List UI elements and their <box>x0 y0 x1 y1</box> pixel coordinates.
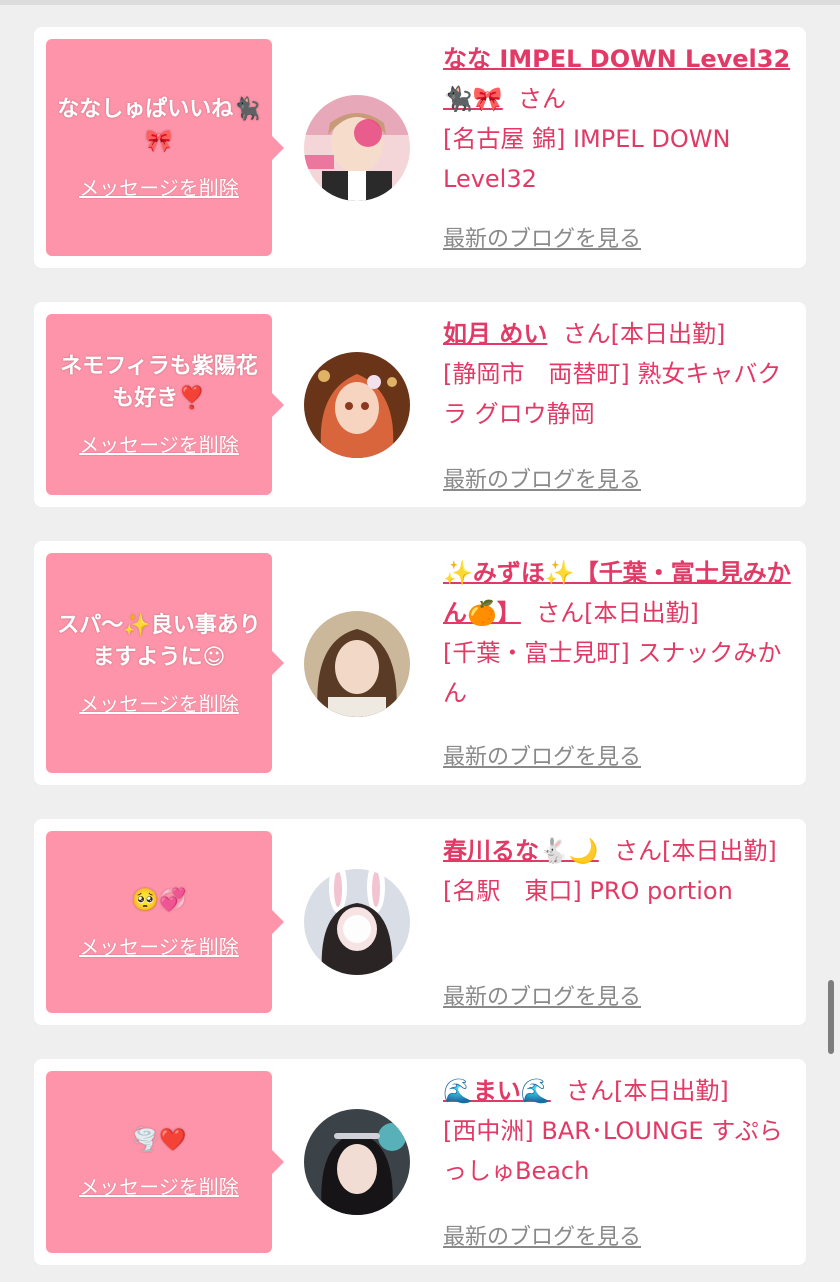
avatar[interactable] <box>304 1109 410 1215</box>
cast-name-link[interactable]: 如月 めい <box>443 320 547 348</box>
shop-name: [西中洲] BAR･LOUNGE すぷらっしゅBeach <box>443 1117 783 1185</box>
message-text: 🌪️❤️ <box>131 1127 187 1153</box>
message-bubble: ななしゅぱいいね🐈‍⬛🎀 メッセージを削除 <box>46 39 284 256</box>
message-card: ななしゅぱいいね🐈‍⬛🎀 メッセージを削除 なな IMPEL DOWN Leve… <box>34 27 806 268</box>
cast-info: 🌊まい🌊 さん[本日出勤] [西中洲] BAR･LOUNGE すぷらっしゅBea… <box>443 1071 795 1191</box>
shop-name: [静岡市 両替町] 熟女キャバクラ グロウ静岡 <box>443 360 782 428</box>
delete-message-link[interactable]: メッセージを削除 <box>79 931 239 960</box>
message-text: 🥺💞 <box>131 887 187 913</box>
delete-message-link[interactable]: メッセージを削除 <box>79 429 239 458</box>
message-card: ネモフィラも紫陽花も好き❣️ メッセージを削除 如月 めい さん[本日出勤] [… <box>34 302 806 507</box>
latest-blog-link[interactable]: 最新のブログを見る <box>443 979 641 1011</box>
latest-blog-link[interactable]: 最新のブログを見る <box>443 462 641 494</box>
cast-name-link[interactable]: なな IMPEL DOWN Level32🐈‍⬛🎀 <box>443 45 790 113</box>
message-bubble: 🌪️❤️ メッセージを削除 <box>46 1071 284 1253</box>
avatar[interactable] <box>304 869 410 975</box>
san-label: さん <box>614 837 663 865</box>
san-label: さん <box>518 85 567 113</box>
san-label: さん <box>536 599 585 627</box>
cast-info: ✨みずほ✨【千葉・富士見みかん🍊】 さん[本日出勤] [千葉・富士見町] スナッ… <box>443 553 795 713</box>
cast-info: 春川るな🐇🌙 さん[本日出勤] [名駅 東口] PRO portion <box>443 831 795 911</box>
avatar[interactable] <box>304 611 410 717</box>
san-label: さん <box>562 320 611 348</box>
delete-message-link[interactable]: メッセージを削除 <box>79 1171 239 1200</box>
cast-info: 如月 めい さん[本日出勤] [静岡市 両替町] 熟女キャバクラ グロウ静岡 <box>443 314 795 434</box>
cast-info: なな IMPEL DOWN Level32🐈‍⬛🎀 さん [名古屋 錦] IMP… <box>443 39 795 199</box>
message-card: 🌪️❤️ メッセージを削除 🌊まい🌊 さん[本日出勤] [西中洲] BAR･LO… <box>34 1059 806 1265</box>
message-text: スパ〜✨良い事ありますように☺︎ <box>57 612 261 670</box>
cast-name-link[interactable]: 春川るな🐇🌙 <box>443 837 599 865</box>
message-text: ネモフィラも紫陽花も好き❣️ <box>60 354 258 411</box>
message-card: 🥺💞 メッセージを削除 春川るな🐇🌙 さん[本日出勤] [名駅 東口] PRO … <box>34 819 806 1025</box>
san-label: さん <box>566 1077 615 1105</box>
latest-blog-link[interactable]: 最新のブログを見る <box>443 221 641 253</box>
delete-message-link[interactable]: メッセージを削除 <box>79 172 239 201</box>
scrollbar[interactable] <box>828 980 834 1054</box>
cast-name-link[interactable]: 🌊まい🌊 <box>443 1077 551 1105</box>
shop-name: [名古屋 錦] IMPEL DOWN Level32 <box>443 125 731 193</box>
message-bubble: スパ〜✨良い事ありますように☺︎ メッセージを削除 <box>46 553 284 773</box>
avatar[interactable] <box>304 95 410 201</box>
message-card: スパ〜✨良い事ありますように☺︎ メッセージを削除 ✨みずほ✨【千葉・富士見みか… <box>34 541 806 785</box>
attendance-status: [本日出勤] <box>610 320 726 348</box>
delete-message-link[interactable]: メッセージを削除 <box>79 688 239 717</box>
message-text: ななしゅぱいいね🐈‍⬛🎀 <box>57 97 261 154</box>
avatar[interactable] <box>304 352 410 458</box>
attendance-status: [本日出勤] <box>614 1077 729 1105</box>
top-divider <box>0 0 840 5</box>
latest-blog-link[interactable]: 最新のブログを見る <box>443 1219 641 1251</box>
shop-name: [名駅 東口] PRO portion <box>443 877 733 905</box>
attendance-status: [本日出勤] <box>662 837 777 865</box>
shop-name: [千葉・富士見町] スナックみかん <box>443 639 782 707</box>
message-bubble: ネモフィラも紫陽花も好き❣️ メッセージを削除 <box>46 314 284 495</box>
message-bubble: 🥺💞 メッセージを削除 <box>46 831 284 1013</box>
latest-blog-link[interactable]: 最新のブログを見る <box>443 739 641 771</box>
attendance-status: [本日出勤] <box>584 599 699 627</box>
